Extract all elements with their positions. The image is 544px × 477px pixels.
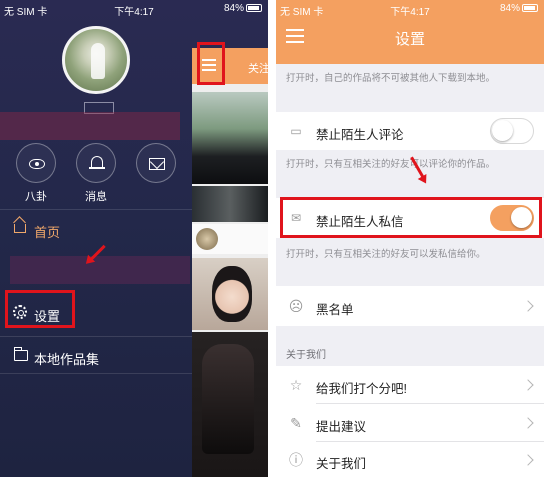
quick-action-gossip[interactable]: 八卦 (14, 143, 58, 204)
about-group: ☆ 给我们打个分吧! ✎ 提出建议 ⓘ 关于我们 (276, 366, 544, 477)
quick-action-mail[interactable] (134, 143, 178, 188)
face-icon: ☹ (288, 298, 304, 314)
annotation-highlight-menu (197, 42, 225, 85)
drawer-item-local-works[interactable]: 本地作品集 (0, 336, 192, 374)
battery-icon (246, 4, 262, 12)
obscured-area (0, 112, 180, 140)
avatar[interactable] (62, 26, 130, 94)
feed-author-row[interactable] (192, 224, 268, 254)
status-bar: 无 SIM 卡 下午4:17 84% (0, 0, 268, 18)
setting-note: 打开时，自己的作品将不可被其他人下载到本地。 (286, 73, 496, 84)
page-title: 设置 (394, 31, 425, 48)
about-item-feedback[interactable]: ✎ 提出建议 (276, 404, 544, 441)
avatar[interactable] (196, 228, 218, 250)
chevron-right-icon (522, 454, 534, 466)
about-item-label: 给我们打个分吧! (316, 382, 407, 396)
setting-row-blacklist[interactable]: ☹ 黑名单 (276, 286, 544, 326)
eye-icon (16, 143, 56, 183)
about-item-rate[interactable]: ☆ 给我们打个分吧! (276, 366, 544, 403)
quick-action-label: 八卦 (25, 191, 47, 203)
feed-photo[interactable] (192, 92, 268, 184)
battery-indicator: 84% (500, 3, 538, 14)
quick-action-label: 消息 (85, 191, 107, 203)
toggle-switch-off[interactable] (490, 118, 534, 144)
main-feed-peek[interactable]: 关注 (192, 48, 268, 477)
folder-icon (14, 347, 28, 361)
battery-text: 84% (499, 3, 520, 14)
feed-photo[interactable] (192, 258, 268, 330)
setting-note: 打开时，只有互相关注的好友可以评论你的作品。 (286, 159, 496, 170)
right-phone-screen: 无 SIM 卡 下午4:17 84% 设置 打开时，自己的作品将不可被其他人下载… (276, 0, 544, 477)
mail-icon (136, 143, 176, 183)
setting-label: 黑名单 (316, 303, 354, 317)
battery-icon (522, 4, 538, 12)
left-phone-screen: 无 SIM 卡 下午4:17 84% 八卦 消息 首页 设置 本地作品集 关注 (0, 0, 268, 477)
bell-icon (76, 143, 116, 183)
info-icon: ⓘ (289, 452, 303, 468)
comment-icon: ▭ (290, 124, 302, 138)
section-header-about: 关于我们 (286, 350, 326, 361)
drawer-item-label: 本地作品集 (34, 352, 100, 367)
drawer-item-label: 首页 (34, 225, 61, 240)
chevron-right-icon (522, 300, 534, 312)
chevron-right-icon (522, 417, 534, 429)
home-icon (14, 224, 26, 233)
setting-label: 禁止陌生人评论 (316, 128, 404, 142)
settings-header: 无 SIM 卡 下午4:17 84% 设置 (276, 0, 544, 64)
portrait (212, 266, 252, 322)
quick-action-messages[interactable]: 消息 (74, 143, 118, 204)
obscured-area (10, 256, 190, 284)
chevron-right-icon (522, 379, 534, 391)
tab-follow[interactable]: 关注 (248, 60, 268, 76)
annotation-highlight-settings (5, 290, 75, 328)
portrait (202, 344, 254, 454)
annotation-highlight-row (280, 197, 542, 238)
feed-photo[interactable] (192, 332, 268, 477)
battery-indicator: 84% (224, 3, 262, 14)
avatar-figure (91, 43, 105, 79)
about-item-about[interactable]: ⓘ 关于我们 (276, 442, 544, 477)
feed-photo[interactable] (192, 186, 268, 222)
setting-row-block-comments[interactable]: ▭ 禁止陌生人评论 (276, 112, 544, 150)
status-bar: 无 SIM 卡 下午4:17 84% (276, 0, 544, 18)
battery-text: 84% (223, 3, 244, 14)
edit-icon: ✎ (290, 415, 302, 431)
drawer-item-home[interactable]: 首页 (0, 209, 192, 247)
about-item-label: 提出建议 (316, 420, 367, 434)
star-icon: ☆ (289, 377, 303, 393)
setting-note: 打开时，只有互相关注的好友可以发私信给你。 (286, 249, 486, 260)
about-item-label: 关于我们 (316, 457, 367, 471)
